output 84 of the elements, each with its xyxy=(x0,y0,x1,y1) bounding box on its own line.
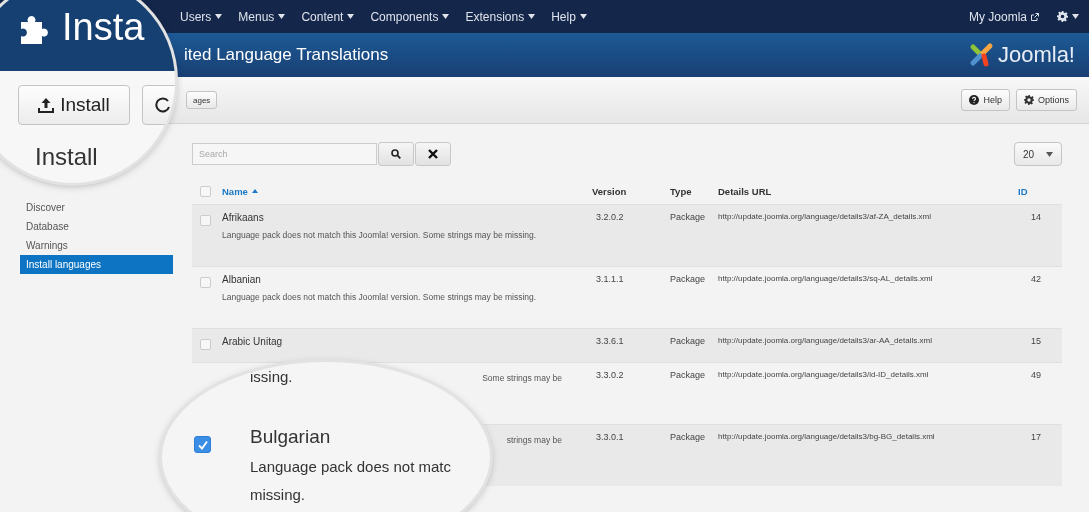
page-title: ited Language Translations xyxy=(184,45,389,65)
page-title: Insta xyxy=(62,6,145,49)
settings-icon xyxy=(1057,11,1068,22)
row-checkbox[interactable] xyxy=(200,277,211,288)
sidebar-item[interactable]: Discover xyxy=(20,198,173,217)
puzzle-icon xyxy=(18,14,48,46)
install-button[interactable]: Install xyxy=(18,85,130,125)
row-checkbox[interactable] xyxy=(200,215,211,226)
url-cell-text: http://update.joomla.org/language/details3/af-ZA_details.xml xyxy=(718,212,932,223)
column-header: Type xyxy=(670,185,693,197)
caret-icon xyxy=(1072,14,1079,19)
caret-icon xyxy=(278,14,286,19)
type-cell-text: Package xyxy=(670,274,707,286)
type-cell-text: Package xyxy=(670,432,707,444)
logo-icon xyxy=(968,42,995,68)
check-icon xyxy=(196,438,209,451)
caret-icon xyxy=(442,14,450,19)
help-icon xyxy=(969,95,980,105)
url-cell-text: http://update.joomla.org/language/details3/bg-BG_details.xml xyxy=(718,432,936,443)
search-field[interactable]: Search xyxy=(192,143,377,165)
description-text: Language pack does not matc xyxy=(250,458,451,475)
language-name: Arabic Unitag xyxy=(222,336,284,347)
version-cell-text: 3.2.0.2 xyxy=(595,212,625,224)
row-checkbox[interactable] xyxy=(194,436,211,453)
caret-icon xyxy=(215,14,223,19)
language-name: Albanian xyxy=(222,274,262,285)
menu-item[interactable]: Help xyxy=(551,9,587,24)
limit-select[interactable]: 20 xyxy=(1013,142,1062,166)
row-checkbox[interactable] xyxy=(200,339,211,350)
id-cell-text: 15 xyxy=(1030,336,1042,348)
settings-menu[interactable] xyxy=(1057,11,1079,22)
url-cell-text: http://update.joomla.org/language/details3/id-ID_details.xml xyxy=(718,370,930,381)
logo-text: Joomla! xyxy=(997,42,1075,68)
upload-icon xyxy=(38,97,55,113)
description-text: Language pack does not match this Joomla! version. Some strings may be missing. xyxy=(222,229,538,242)
clear-button[interactable] xyxy=(415,142,451,166)
id-cell-text: 14 xyxy=(1030,212,1042,224)
language-name: Afrikaans xyxy=(222,212,265,223)
menu-item[interactable]: Menus xyxy=(238,9,286,24)
caret-icon xyxy=(579,14,587,19)
description-text: issing. xyxy=(250,368,293,385)
type-cell-text: Package xyxy=(670,370,707,382)
caret-icon xyxy=(1046,151,1053,157)
menu-item[interactable]: Users xyxy=(180,9,223,24)
sidebar-item[interactable]: Warnings xyxy=(20,236,173,255)
version-cell-text: 3.3.0.1 xyxy=(595,432,625,444)
help-button[interactable]: Help xyxy=(961,89,1010,111)
type-cell-text: Package xyxy=(670,336,707,348)
language-name: Bulgarian xyxy=(250,426,331,448)
site-link[interactable]: My Joomla xyxy=(969,9,1039,24)
search-button[interactable] xyxy=(378,142,414,166)
description-text: strings may be xyxy=(506,434,562,447)
settings-icon xyxy=(1023,95,1034,105)
sidebar-item[interactable]: Database xyxy=(20,217,173,236)
description-text: Some strings may be xyxy=(482,372,562,385)
column-header[interactable]: ID xyxy=(1018,185,1054,197)
close-icon xyxy=(428,149,438,159)
menu-item[interactable]: Content xyxy=(301,9,355,24)
search-icon xyxy=(391,149,401,159)
column-header: Version xyxy=(592,185,628,197)
version-cell-text: 3.3.0.2 xyxy=(595,370,625,382)
sidebar-item[interactable]: Install languages xyxy=(20,255,173,274)
refresh-icon xyxy=(155,96,171,114)
description-text: Language pack does not match this Joomla! version. Some strings may be missing. xyxy=(222,291,538,304)
external-link-icon xyxy=(1031,12,1039,21)
toolbar-button[interactable]: ages xyxy=(186,91,218,109)
select-all-checkbox[interactable] xyxy=(200,185,211,197)
type-cell-text: Package xyxy=(670,212,707,224)
description-text: missing. xyxy=(250,486,305,503)
column-header: Details URL xyxy=(718,185,773,197)
section-heading: Install xyxy=(35,143,98,171)
menu-item[interactable]: Components xyxy=(370,9,450,24)
id-cell-text: 17 xyxy=(1030,432,1042,444)
options-button[interactable]: Options xyxy=(1015,89,1077,111)
caret-icon xyxy=(347,14,355,19)
url-cell-text: http://update.joomla.org/language/details3/sq-AL_details.xml xyxy=(718,274,934,285)
menu-item[interactable]: Extensions xyxy=(465,9,536,24)
url-cell-text: http://update.joomla.org/language/details3/ar-AA_details.xml xyxy=(718,336,933,347)
column-header[interactable]: Name xyxy=(222,185,592,197)
id-cell-text: 49 xyxy=(1030,370,1042,382)
id-cell-text: 42 xyxy=(1030,274,1042,286)
version-cell-text: 3.3.6.1 xyxy=(595,336,625,348)
version-cell-text: 3.1.1.1 xyxy=(595,274,625,286)
caret-icon xyxy=(528,14,536,19)
